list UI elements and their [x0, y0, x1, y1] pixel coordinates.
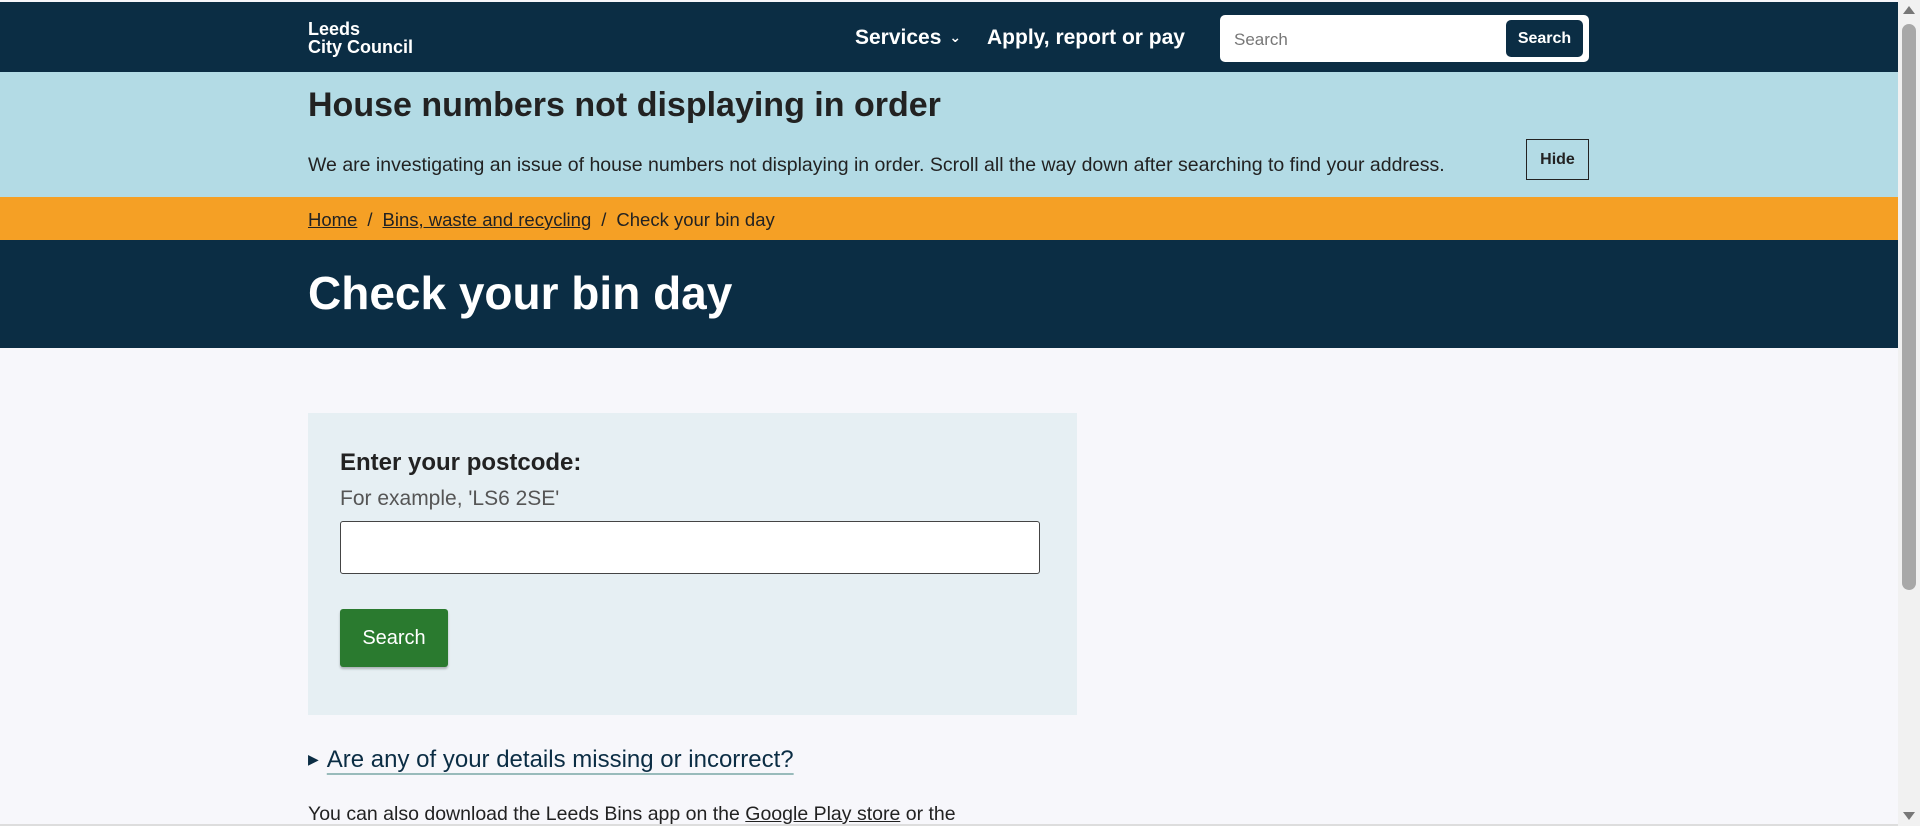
logo-line-2: City Council: [308, 37, 414, 57]
postcode-form: Enter your postcode: For example, 'LS6 2…: [308, 413, 1077, 715]
postcode-input[interactable]: [340, 521, 1040, 574]
header-search-input[interactable]: [1232, 27, 1506, 53]
postcode-hint: For example, 'LS6 2SE': [340, 487, 560, 510]
page-title: Check your bin day: [308, 267, 733, 319]
app-download-text: You can also download the Leeds Bins app…: [308, 803, 956, 826]
breadcrumb-bins-link[interactable]: Bins, waste and recycling: [383, 209, 592, 230]
app-text-suffix: or the: [905, 803, 956, 825]
details-missing-toggle[interactable]: ▶ Are any of your details missing or inco…: [308, 746, 794, 774]
page: Leeds City Council Services ⌄ Apply, repo…: [0, 0, 1898, 826]
logo-line-1: Leeds: [308, 19, 361, 39]
scroll-down-arrow-icon[interactable]: [1903, 812, 1915, 820]
alert-banner: House numbers not displaying in order We…: [0, 72, 1898, 197]
site-header: Leeds City Council Services ⌄ Apply, repo…: [0, 2, 1898, 72]
app-text-prefix: You can also download the Leeds Bins app…: [308, 803, 740, 825]
breadcrumb-current: Check your bin day: [616, 209, 775, 230]
breadcrumb: Home / Bins, waste and recycling / Check you…: [0, 197, 1898, 240]
vertical-scrollbar[interactable]: [1898, 0, 1920, 826]
breadcrumb-home-link[interactable]: Home: [308, 209, 357, 230]
scroll-up-arrow-icon[interactable]: [1903, 6, 1915, 14]
triangle-right-icon: ▶: [308, 751, 319, 767]
header-search: Search: [1220, 15, 1589, 62]
breadcrumb-separator: /: [367, 209, 373, 230]
breadcrumb-separator: /: [601, 209, 607, 230]
nav-services-label: Services: [855, 26, 942, 49]
details-summary-text: Are any of your details missing or incor…: [326, 746, 794, 773]
hide-alert-button[interactable]: Hide: [1526, 139, 1589, 180]
chevron-down-icon: ⌄: [949, 29, 962, 45]
postcode-search-button[interactable]: Search: [340, 609, 448, 667]
google-play-link[interactable]: Google Play store: [745, 803, 900, 825]
alert-title: House numbers not displaying in order: [308, 86, 941, 124]
breadcrumb-items: Home / Bins, waste and recycling / Check you…: [308, 209, 775, 231]
alert-body: We are investigating an issue of house n…: [308, 154, 1445, 176]
postcode-label: Enter your postcode:: [340, 449, 582, 476]
scroll-thumb[interactable]: [1902, 24, 1916, 590]
council-logo[interactable]: Leeds City Council: [308, 20, 413, 56]
nav-apply-link[interactable]: Apply, report or pay: [987, 26, 1185, 50]
nav-services-menu[interactable]: Services ⌄: [855, 26, 961, 50]
header-search-button[interactable]: Search: [1506, 20, 1583, 57]
title-band: Check your bin day: [0, 240, 1898, 348]
